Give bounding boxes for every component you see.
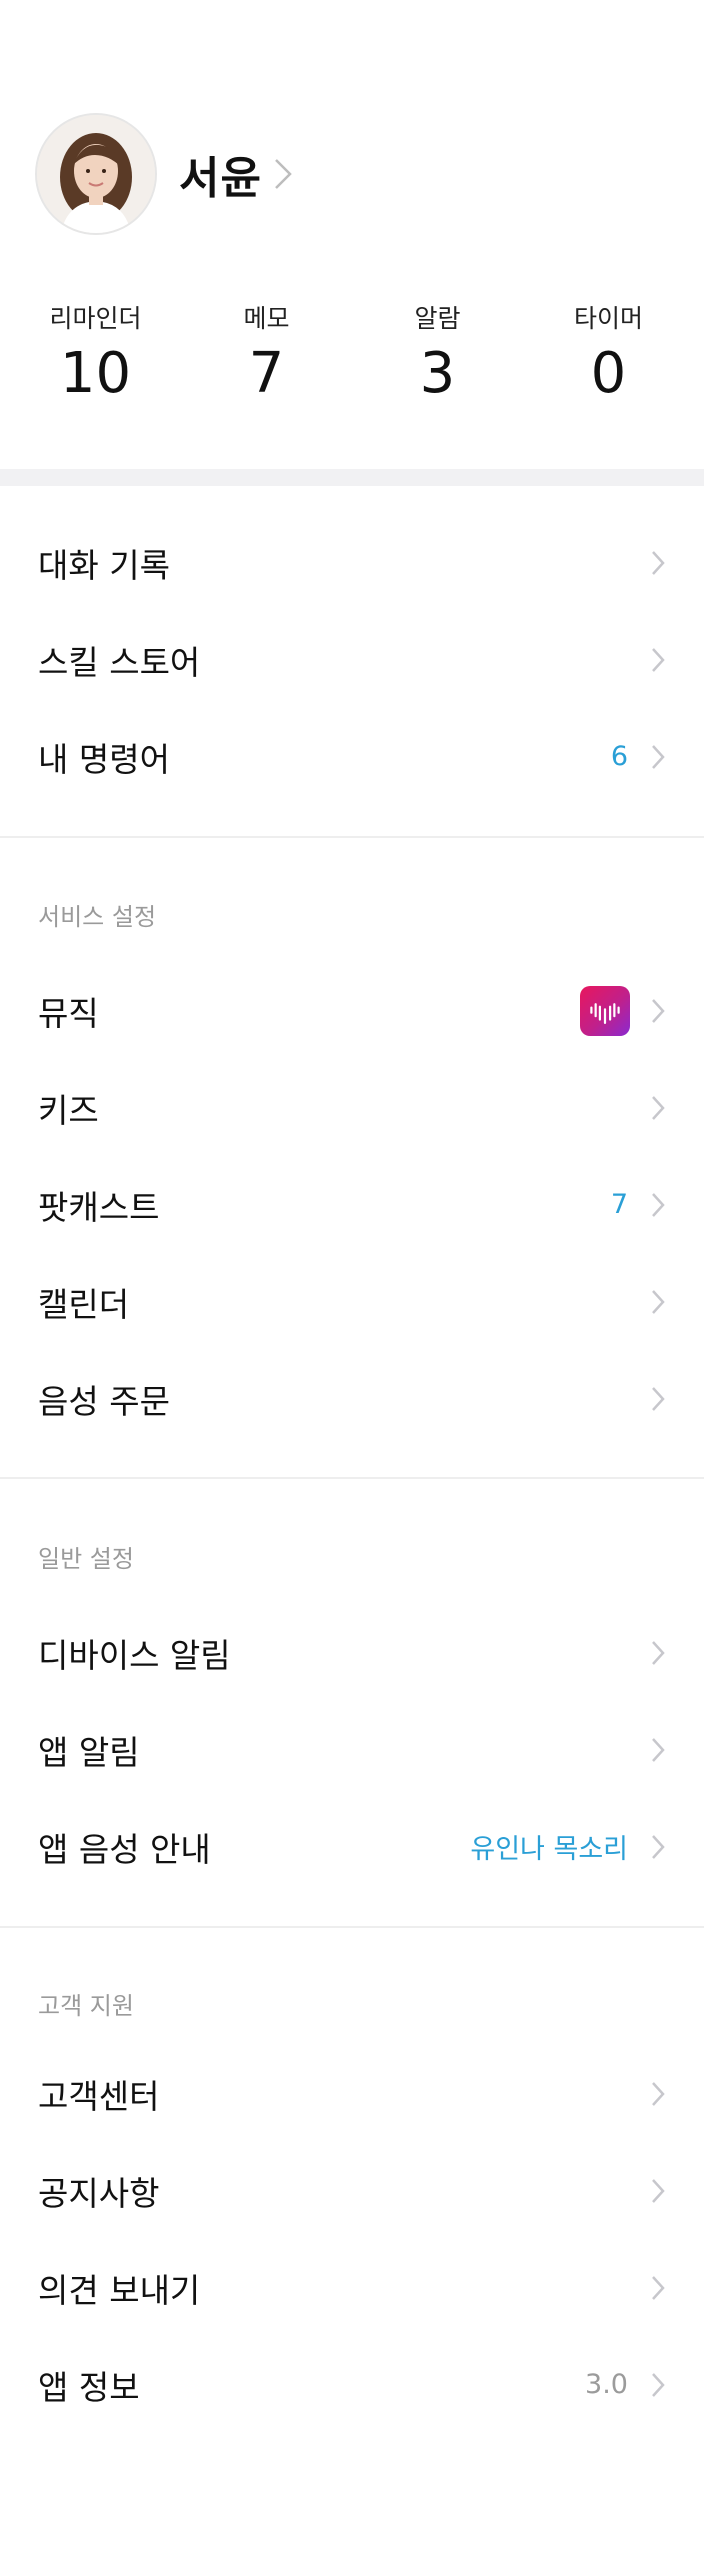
divider: [0, 836, 704, 838]
avatar-image: [37, 115, 155, 233]
menu-item-label: 앱 음성 안내: [38, 1829, 211, 1869]
stats-bar: 리마인더 10 메모 7 알람 3 타이머 0: [0, 300, 704, 410]
stat-label: 리마인더: [49, 304, 142, 333]
menu-item-label: 앱 알림: [38, 1732, 140, 1772]
stat-value: 10: [59, 341, 132, 406]
chevron-right-icon: [652, 2372, 665, 2397]
chevron-right-icon: [652, 1386, 665, 1411]
menu-item-label: 내 명령어: [38, 739, 170, 779]
chevron-right-icon: [652, 998, 665, 1023]
stat-value: 3: [419, 341, 456, 406]
menu-item-send-feedback[interactable]: 의견 보내기: [0, 2239, 704, 2336]
chevron-right-icon: [652, 744, 665, 769]
stat-label: 알람: [414, 304, 461, 333]
menu-item-label: 대화 기록: [38, 545, 170, 585]
chevron-right-icon: [652, 1834, 665, 1859]
stat-alarms[interactable]: 알람 3: [352, 300, 523, 410]
menu-item-podcast[interactable]: 팟캐스트 7: [0, 1156, 704, 1253]
menu-item-label: 팟캐스트: [38, 1187, 160, 1227]
stat-value: 0: [590, 341, 627, 406]
menu-item-label: 음성 주문: [38, 1381, 170, 1421]
section-title-support: 고객 지원: [38, 1992, 134, 2020]
divider: [0, 1477, 704, 1479]
section-gap: [0, 469, 704, 486]
menu-item-music[interactable]: 뮤직: [0, 962, 704, 1059]
stat-label: 타이머: [573, 304, 643, 333]
profile-header[interactable]: 서윤: [35, 113, 294, 235]
stat-timers[interactable]: 타이머 0: [523, 300, 694, 410]
chevron-right-icon: [652, 1192, 665, 1217]
chevron-right-icon: [652, 550, 665, 575]
menu-item-label: 디바이스 알림: [38, 1635, 231, 1675]
menu-item-device-notifications[interactable]: 디바이스 알림: [0, 1604, 704, 1701]
section-title-service: 서비스 설정: [38, 903, 157, 931]
chevron-right-icon: [652, 1289, 665, 1314]
chevron-right-icon: [652, 2275, 665, 2300]
menu-item-label: 공지사항: [38, 2173, 160, 2213]
podcast-count: 7: [610, 1189, 628, 1220]
menu-item-customer-center[interactable]: 고객센터: [0, 2045, 704, 2142]
divider: [0, 1926, 704, 1928]
menu-item-kids[interactable]: 키즈: [0, 1059, 704, 1156]
menu-item-chat-history[interactable]: 대화 기록: [0, 514, 704, 611]
menu-item-label: 의견 보내기: [38, 2270, 201, 2310]
chevron-right-icon: [652, 2081, 665, 2106]
section-title-general: 일반 설정: [38, 1545, 134, 1573]
menu-item-label: 고객센터: [38, 2076, 160, 2116]
chevron-right-icon[interactable]: [272, 157, 294, 191]
voice-guide-value: 유인나 목소리: [470, 1834, 628, 1865]
menu-item-label: 키즈: [38, 1090, 99, 1130]
menu-item-notices[interactable]: 공지사항: [0, 2142, 704, 2239]
chevron-right-icon: [652, 1640, 665, 1665]
chevron-right-icon: [652, 647, 665, 672]
menu-item-voice-order[interactable]: 음성 주문: [0, 1350, 704, 1447]
my-commands-count: 6: [610, 741, 628, 772]
menu-item-skill-store[interactable]: 스킬 스토어: [0, 611, 704, 708]
profile-name[interactable]: 서윤: [179, 142, 262, 206]
menu-item-label: 뮤직: [38, 993, 99, 1033]
stat-label: 메모: [243, 304, 290, 333]
menu-item-app-notifications[interactable]: 앱 알림: [0, 1701, 704, 1798]
chevron-right-icon: [652, 1737, 665, 1762]
chevron-right-icon: [652, 2178, 665, 2203]
menu-item-label: 캘린더: [38, 1284, 130, 1324]
menu-item-label: 스킬 스토어: [38, 642, 201, 682]
chevron-right-icon: [652, 1095, 665, 1120]
menu-item-app-info[interactable]: 앱 정보 3.0: [0, 2336, 704, 2433]
menu-item-calendar[interactable]: 캘린더: [0, 1253, 704, 1350]
music-app-icon: [580, 985, 630, 1036]
app-version: 3.0: [585, 2369, 628, 2400]
menu-item-my-commands[interactable]: 내 명령어 6: [0, 708, 704, 805]
stat-value: 7: [248, 341, 285, 406]
stat-memos[interactable]: 메모 7: [181, 300, 352, 410]
menu-item-app-voice-guide[interactable]: 앱 음성 안내 유인나 목소리: [0, 1798, 704, 1895]
stat-reminders[interactable]: 리마인더 10: [10, 300, 181, 410]
menu-item-label: 앱 정보: [38, 2367, 140, 2407]
avatar[interactable]: [35, 113, 157, 235]
